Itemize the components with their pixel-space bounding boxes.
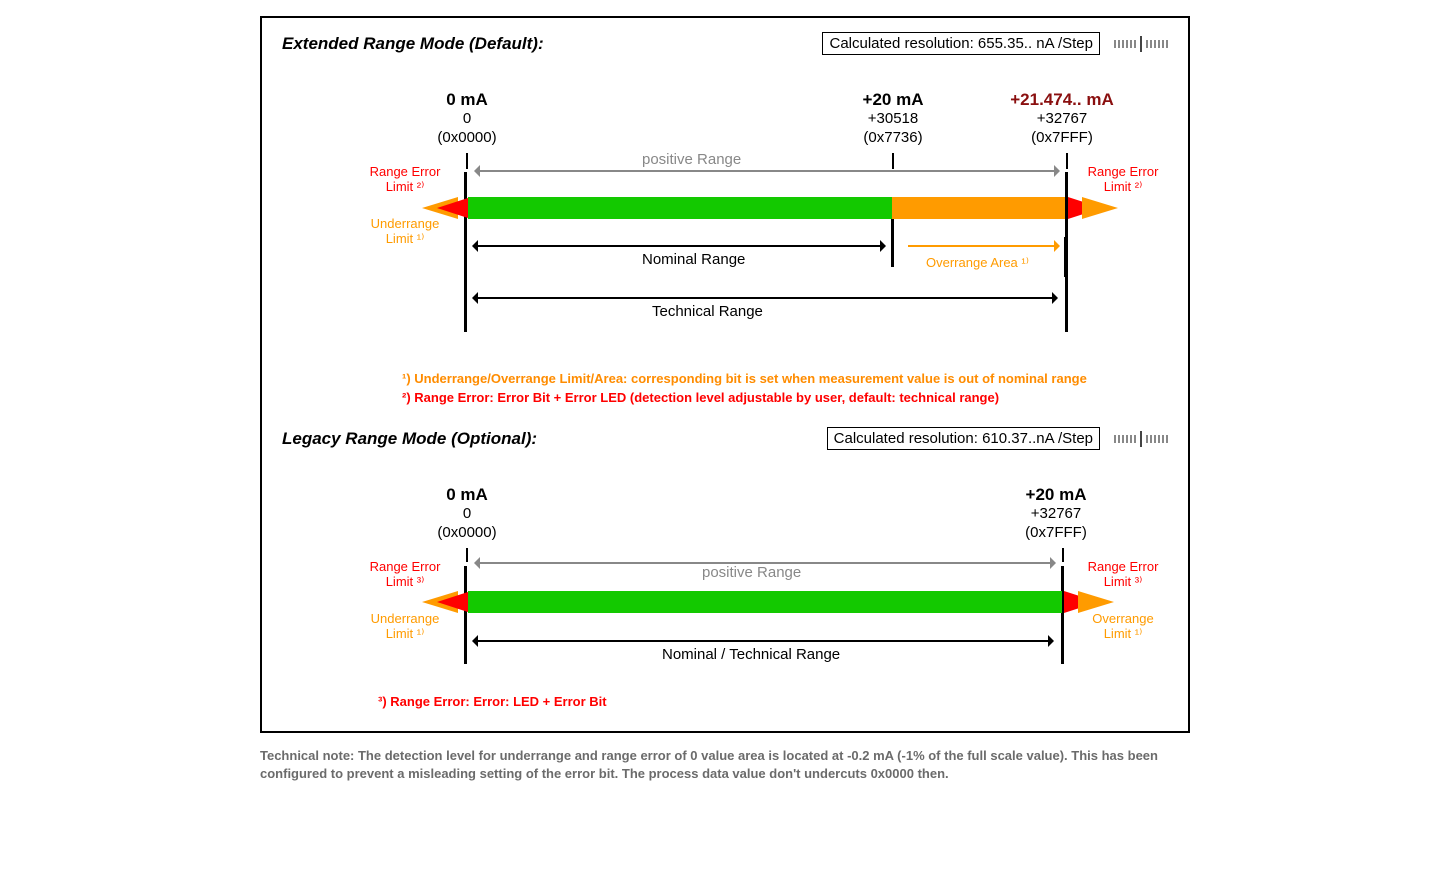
nominal-range-label: Nominal Range <box>642 251 745 268</box>
step-ticks-icon <box>1114 431 1168 447</box>
footnote-1: ¹) Underrange/Overrange Limit/Area: corr… <box>402 371 1168 386</box>
nominal-bar <box>468 197 892 219</box>
legacy-diagram: 0 mA 0 (0x0000) +20 mA +32767 (0x7FFF) p… <box>282 460 1168 690</box>
range-error-left-label: Range ErrorLimit ²⁾ <box>366 165 444 195</box>
overrange-cone-icon <box>1082 197 1118 219</box>
overrange-arrow <box>908 245 1054 247</box>
footnote-2: ²) Range Error: Error Bit + Error LED (d… <box>402 390 1168 405</box>
legacy-zero-marker <box>464 566 467 664</box>
legacy-zero-values: 0 mA 0 (0x0000) <box>412 484 522 543</box>
mid-footnotes: ¹) Underrange/Overrange Limit/Area: corr… <box>282 371 1168 405</box>
legacy-nominal-technical-arrow <box>478 640 1048 642</box>
positive-range-arrow <box>480 170 1054 172</box>
legacy-overrange-cone-icon <box>1078 591 1114 613</box>
zero-values: 0 mA 0 (0x0000) <box>412 89 522 148</box>
legacy-footnotes: ³) Range Error: Error: LED + Error Bit <box>282 694 1168 709</box>
legacy-range-error-right-label: Range ErrorLimit ³⁾ <box>1082 560 1164 590</box>
extended-diagram: 0 mA 0 (0x0000) +20 mA +30518 (0x7736) +… <box>282 65 1168 365</box>
underrange-label: UnderrangeLimit ¹⁾ <box>366 217 444 247</box>
range-modes-diagram: Extended Range Mode (Default): Calculate… <box>260 16 1190 733</box>
extended-mode-header: Extended Range Mode (Default): Calculate… <box>282 32 1168 55</box>
legacy-nominal-technical-label: Nominal / Technical Range <box>662 646 840 663</box>
legacy-range-error-left-icon <box>437 591 471 613</box>
legacy-underrange-label: UnderrangeLimit ¹⁾ <box>366 612 444 642</box>
legacy-resolution: Calculated resolution: 610.37..nA /Step <box>827 427 1100 450</box>
zero-marker <box>464 172 467 332</box>
range-error-left-icon <box>437 197 471 219</box>
footnote-3: ³) Range Error: Error: LED + Error Bit <box>378 694 1168 709</box>
overrange-label: Overrange Area ¹⁾ <box>926 255 1029 271</box>
range-error-right-label: Range ErrorLimit ²⁾ <box>1082 165 1164 195</box>
extended-resolution: Calculated resolution: 655.35.. nA /Step <box>822 32 1100 55</box>
max-values: +21.474.. mA +32767 (0x7FFF) <box>992 89 1132 148</box>
legacy-range-error-left-label: Range ErrorLimit ³⁾ <box>366 560 444 590</box>
twenty-values: +20 mA +30518 (0x7736) <box>838 89 948 148</box>
legacy-nominal-bar <box>468 591 1062 613</box>
legacy-max-marker <box>1061 566 1064 664</box>
legacy-mode-header: Legacy Range Mode (Optional): Calculated… <box>282 427 1168 450</box>
legacy-positive-range-label: positive Range <box>702 564 801 581</box>
legacy-max-values: +20 mA +32767 (0x7FFF) <box>996 484 1116 543</box>
technical-range-arrow <box>478 297 1052 299</box>
positive-range-label: positive Range <box>642 151 741 168</box>
technical-note: Technical note: The detection level for … <box>256 747 1194 782</box>
extended-mode-title: Extended Range Mode (Default): <box>282 34 544 54</box>
nominal-range-arrow <box>478 245 880 247</box>
overrange-bar <box>892 197 1065 219</box>
legacy-mode-title: Legacy Range Mode (Optional): <box>282 429 537 449</box>
step-ticks-icon <box>1114 36 1168 52</box>
legacy-overrange-label: OverrangeLimit ¹⁾ <box>1082 612 1164 642</box>
technical-range-label: Technical Range <box>652 303 763 320</box>
